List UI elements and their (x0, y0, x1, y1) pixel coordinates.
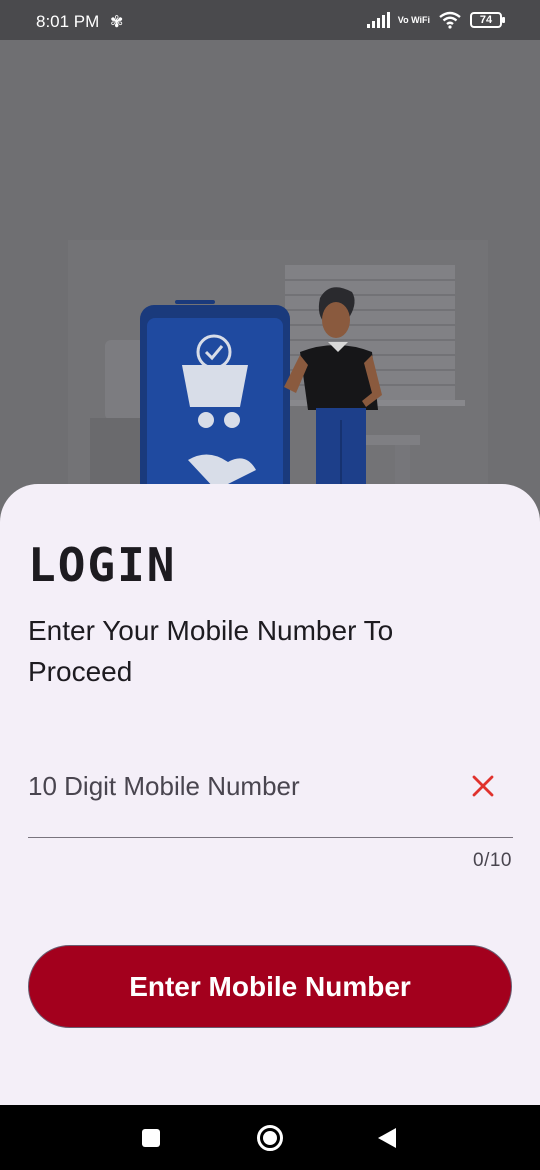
fan-icon: ✾ (110, 14, 124, 31)
home-button[interactable] (256, 1124, 284, 1157)
enter-mobile-number-button[interactable]: Enter Mobile Number (28, 945, 512, 1028)
status-bar: 8:01 PM ✾ Vo WiFi 74 (0, 0, 540, 40)
clear-input-button[interactable] (465, 768, 501, 804)
vowifi-label: Vo WiFi (397, 14, 430, 25)
status-time: 8:01 PM (36, 12, 100, 31)
login-sheet: LOGIN Enter Your Mobile Number To Procee… (0, 484, 540, 1105)
mobile-number-input[interactable] (28, 768, 448, 804)
character-counter: 0/10 (473, 850, 512, 871)
status-icons: Vo WiFi 74 (366, 11, 505, 29)
recents-button[interactable] (141, 1128, 161, 1153)
wifi-icon (439, 11, 461, 29)
mobile-number-field (28, 750, 513, 838)
signal-icon (366, 12, 390, 28)
close-icon (472, 775, 494, 797)
system-nav-bar (0, 1105, 540, 1170)
square-icon (142, 1129, 160, 1147)
hero-illustration (0, 40, 540, 505)
page-title: LOGIN (28, 538, 177, 592)
battery-icon: 74 (470, 12, 505, 28)
page-subtitle: Enter Your Mobile Number To Proceed (28, 615, 394, 687)
back-button[interactable] (376, 1126, 398, 1155)
shopping-illustration (68, 240, 488, 505)
triangle-back-icon (378, 1128, 396, 1148)
circle-icon (257, 1125, 283, 1151)
